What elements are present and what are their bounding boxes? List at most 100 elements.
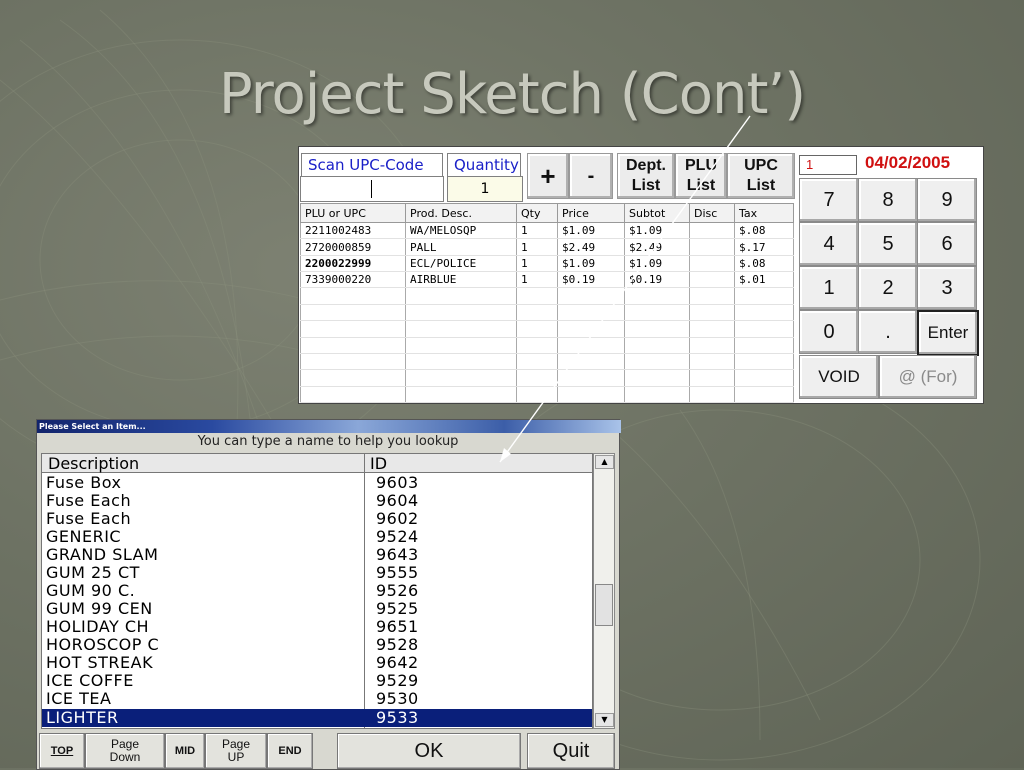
cell-price: $0.19 xyxy=(557,271,625,289)
list-item-selected[interactable]: LIGHTER 9533 xyxy=(42,709,592,727)
list-scrollbar[interactable]: ▲ ▼ xyxy=(593,453,615,729)
plu-list-line2: List xyxy=(686,177,716,194)
enter-button[interactable]: Enter xyxy=(917,310,979,356)
item-id: 9525 xyxy=(376,599,419,618)
upc-list-line2: List xyxy=(746,177,776,194)
cell-subtot: $1.09 xyxy=(624,255,690,273)
table-row[interactable]: 2200022999 ECL/POLICE 1 $1.09 $1.09 $.08 xyxy=(300,255,794,273)
cell-desc: WA/MELOSQP xyxy=(405,222,517,240)
top-label: TOP xyxy=(50,745,74,757)
item-desc: Fuse Box xyxy=(46,473,122,492)
list-item[interactable]: HOT STREAK 9642 xyxy=(42,654,592,672)
empty-row xyxy=(300,320,794,338)
cell-upc: 2211002483 xyxy=(300,222,406,240)
col-description[interactable]: Description xyxy=(48,454,139,473)
item-desc: HOT STREAK xyxy=(46,653,154,672)
select-item-dialog: Please Select an Item... You can type a … xyxy=(36,419,621,770)
key-1[interactable]: 1 xyxy=(799,266,859,310)
dept-list-button[interactable]: Dept. List xyxy=(617,153,675,199)
plus-button[interactable]: + xyxy=(527,153,569,199)
key-4[interactable]: 4 xyxy=(799,222,859,266)
item-desc: Fuse Each xyxy=(46,491,132,510)
item-id: 9526 xyxy=(376,581,419,600)
void-button[interactable]: VOID xyxy=(799,355,879,399)
item-desc: GENERIC xyxy=(46,527,122,546)
item-id: 9528 xyxy=(376,635,419,654)
dept-list-line2: List xyxy=(631,177,661,194)
list-item[interactable]: GRAND SLAM 9643 xyxy=(42,546,592,564)
item-desc: GUM 99 CEN xyxy=(46,599,153,618)
cell-desc: ECL/POLICE xyxy=(405,255,517,273)
upc-list-line1: UPC xyxy=(744,157,778,174)
cell-desc: AIRBLUE xyxy=(405,271,517,289)
cell-upc: 2720000859 xyxy=(300,238,406,256)
plu-list-line1: PLU xyxy=(685,157,717,174)
item-id: 9642 xyxy=(376,653,419,672)
scroll-down-arrow-icon[interactable]: ▼ xyxy=(595,713,614,727)
minus-button[interactable]: - xyxy=(569,153,613,199)
list-item[interactable]: Fuse Box 9603 xyxy=(42,474,592,492)
item-desc: ICE TEA xyxy=(46,689,112,708)
item-id: 9602 xyxy=(376,509,419,528)
col-subtot: Subtot xyxy=(624,203,690,223)
key-8[interactable]: 8 xyxy=(858,178,918,222)
upc-list-button[interactable]: UPC List xyxy=(727,153,795,199)
list-item[interactable]: GUM 99 CEN 9525 xyxy=(42,600,592,618)
item-id: 9529 xyxy=(376,671,419,690)
page-down-button[interactable]: Page Down xyxy=(85,733,165,769)
cell-tax: $.01 xyxy=(734,271,794,289)
cell-disc xyxy=(689,238,735,256)
cell-upc: 2200022999 xyxy=(300,255,406,273)
list-item[interactable]: ICE COFFE 9529 xyxy=(42,672,592,690)
quantity-input[interactable]: 1 xyxy=(447,176,523,202)
key-7[interactable]: 7 xyxy=(799,178,859,222)
col-disc: Disc xyxy=(689,203,735,223)
list-item[interactable]: HOROSCOP C 9528 xyxy=(42,636,592,654)
slide-title: Project Sketch (Cont’) xyxy=(218,62,806,127)
item-id: 9524 xyxy=(376,527,419,546)
item-id: 9555 xyxy=(376,563,419,582)
list-item[interactable]: Fuse Each 9602 xyxy=(42,510,592,528)
table-row[interactable]: 2211002483 WA/MELOSQP 1 $1.09 $1.09 $.08 xyxy=(300,222,794,240)
key-0[interactable]: 0 xyxy=(799,310,859,354)
top-button[interactable]: TOP xyxy=(39,733,85,769)
end-button[interactable]: END xyxy=(267,733,313,769)
key-dot[interactable]: . xyxy=(858,310,918,354)
list-item[interactable]: GUM 90 C. 9526 xyxy=(42,582,592,600)
page-up-button[interactable]: Page UP xyxy=(205,733,267,769)
item-id: 9603 xyxy=(376,473,419,492)
key-5[interactable]: 5 xyxy=(858,222,918,266)
list-item[interactable]: ICE TEA 9530 xyxy=(42,690,592,708)
line-counter: 1 xyxy=(799,155,857,175)
plu-list-button[interactable]: PLU List xyxy=(675,153,727,199)
key-6[interactable]: 6 xyxy=(917,222,977,266)
list-item[interactable]: GUM 25 CT 9555 xyxy=(42,564,592,582)
list-item[interactable]: GENERIC 9524 xyxy=(42,528,592,546)
col-id[interactable]: ID xyxy=(370,454,387,473)
key-9[interactable]: 9 xyxy=(917,178,977,222)
empty-row xyxy=(300,386,794,404)
table-row[interactable]: 7339000220 AIRBLUE 1 $0.19 $0.19 $.01 xyxy=(300,271,794,289)
quit-button[interactable]: Quit xyxy=(527,733,615,769)
scan-upc-input[interactable] xyxy=(300,176,444,202)
key-2[interactable]: 2 xyxy=(858,266,918,310)
table-row[interactable]: 2720000859 PALL 1 $2.49 $2.49 $.17 xyxy=(300,238,794,256)
item-desc: HOROSCOP C xyxy=(46,635,160,654)
key-3[interactable]: 3 xyxy=(917,266,977,310)
scroll-thumb[interactable] xyxy=(595,584,613,626)
at-for-button[interactable]: @ (For) xyxy=(879,355,977,399)
item-list[interactable]: Description ID Fuse Box 9603 Fuse Each 960… xyxy=(41,453,593,729)
dialog-title: Please Select an Item... xyxy=(37,420,621,433)
item-id: 9643 xyxy=(376,545,419,564)
list-item[interactable]: HOLIDAY CH 9651 xyxy=(42,618,592,636)
page-down-line2: Down xyxy=(109,750,141,764)
scroll-up-arrow-icon[interactable]: ▲ xyxy=(595,455,614,469)
item-desc: GUM 90 C. xyxy=(46,581,136,600)
cell-upc: 7339000220 xyxy=(300,271,406,289)
sales-grid: PLU or UPC Prod. Desc. Qty Price Subtot … xyxy=(300,203,794,404)
item-id: 9604 xyxy=(376,491,419,510)
item-desc: GRAND SLAM xyxy=(46,545,159,564)
list-item[interactable]: Fuse Each 9604 xyxy=(42,492,592,510)
ok-button[interactable]: OK xyxy=(337,733,521,769)
mid-button[interactable]: MID xyxy=(165,733,205,769)
